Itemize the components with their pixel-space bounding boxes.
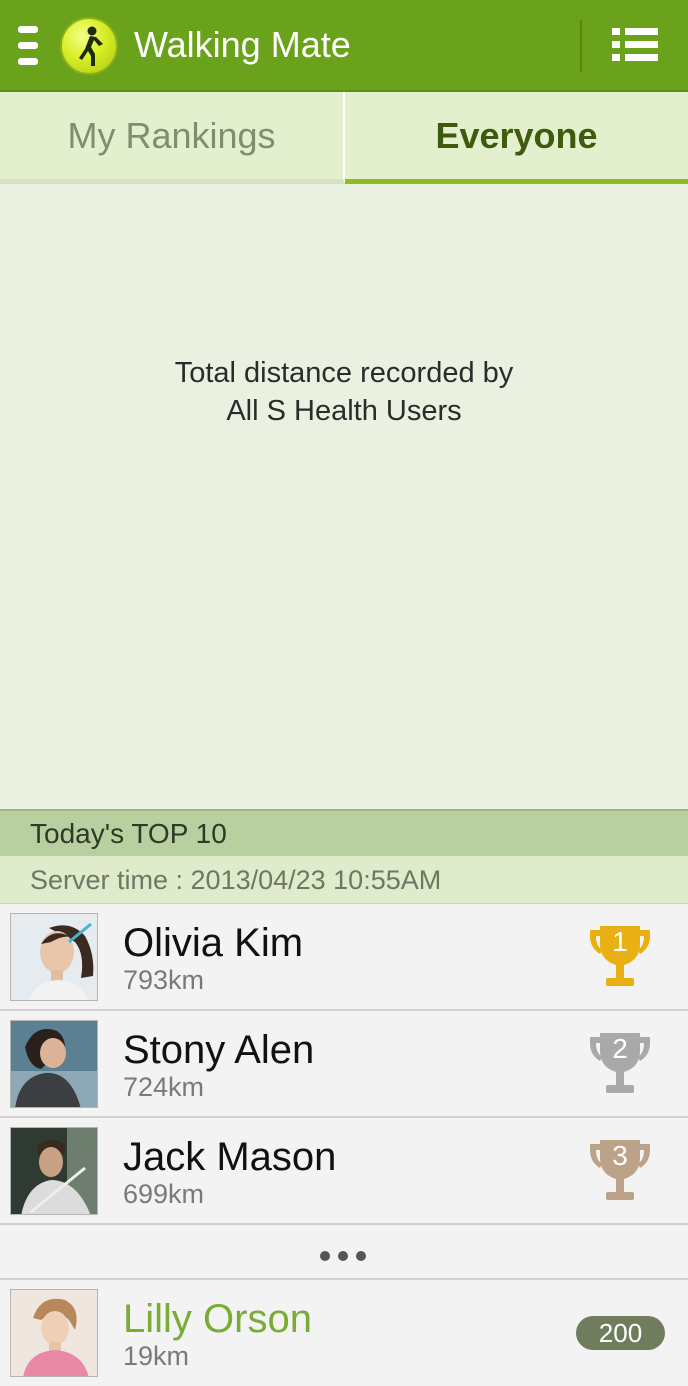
- avatar: [10, 913, 98, 1001]
- trophy-rank-number: 2: [612, 1033, 628, 1064]
- avatar: [10, 1127, 98, 1215]
- user-name: Jack Mason: [123, 1135, 337, 1179]
- trophy-rank-number: 3: [612, 1140, 628, 1171]
- tab-bar: My Rankings Everyone: [0, 92, 688, 184]
- user-distance: 19km: [123, 1341, 190, 1371]
- tab-everyone[interactable]: Everyone: [345, 92, 688, 184]
- more-dots-icon: [320, 1248, 374, 1266]
- user-distance: 793km: [123, 965, 205, 995]
- top10-header: Today's TOP 10: [0, 809, 688, 856]
- avatar: [10, 1020, 98, 1108]
- user-distance: 724km: [123, 1072, 205, 1102]
- divider: [580, 20, 582, 72]
- total-distance-panel: Total distance recorded by All S Health …: [0, 184, 688, 809]
- tab-my-rankings[interactable]: My Rankings: [0, 92, 345, 184]
- total-distance-caption: Total distance recorded by All S Health …: [0, 354, 688, 430]
- trophy-rank-number: 1: [612, 926, 628, 957]
- app-title: Walking Mate: [134, 24, 351, 65]
- user-name: Olivia Kim: [123, 921, 304, 965]
- ranking-row[interactable]: Olivia Kim 793km 1: [0, 904, 688, 1011]
- ranking-row[interactable]: Stony Alen 724km 2: [0, 1011, 688, 1118]
- silver-trophy-icon: 2: [588, 1029, 652, 1099]
- user-name: Stony Alen: [123, 1028, 315, 1072]
- user-name: Lilly Orson: [123, 1297, 312, 1341]
- more-rankings-button[interactable]: [0, 1226, 688, 1280]
- gold-trophy-icon: 1: [588, 922, 652, 992]
- bronze-trophy-icon: 3: [588, 1136, 652, 1206]
- drawer-menu-icon[interactable]: [14, 24, 42, 68]
- user-distance: 699km: [123, 1179, 205, 1209]
- avatar: [10, 1289, 98, 1377]
- server-time: Server time : 2013/04/23 10:55AM: [0, 856, 688, 904]
- walking-person-icon: [60, 17, 118, 75]
- list-view-icon[interactable]: [612, 28, 660, 62]
- my-ranking-row[interactable]: Lilly Orson 19km 200: [0, 1280, 688, 1386]
- action-bar: Walking Mate: [0, 0, 688, 92]
- total-distance-line2: All S Health Users: [226, 395, 462, 427]
- rank-badge: 200: [576, 1316, 665, 1350]
- total-distance-line1: Total distance recorded by: [174, 357, 514, 389]
- ranking-row[interactable]: Jack Mason 699km 3: [0, 1118, 688, 1225]
